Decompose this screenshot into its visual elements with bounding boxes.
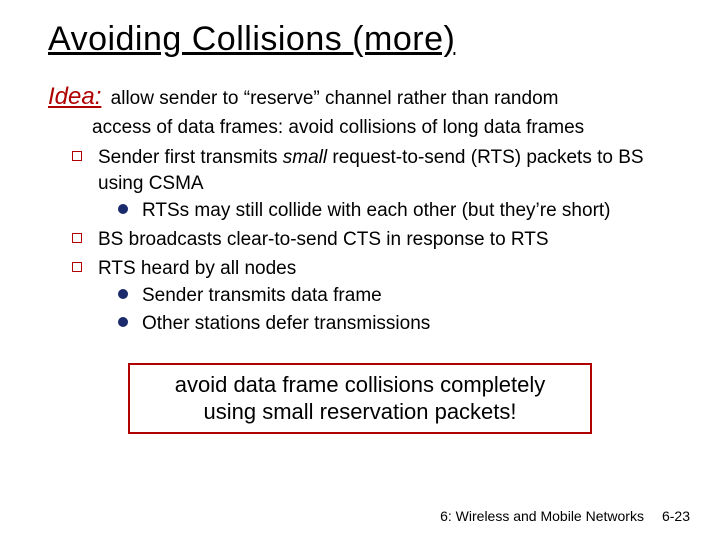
square-bullet-icon bbox=[72, 151, 82, 161]
circle-bullet-icon bbox=[118, 289, 128, 299]
callout-line-2: using small reservation packets! bbox=[140, 398, 580, 426]
footer-page: 6-23 bbox=[662, 508, 690, 524]
bullet-list: Sender first transmits small request-to-… bbox=[72, 145, 672, 336]
bullet-1: Sender first transmits small request-to-… bbox=[72, 145, 672, 224]
bullet-3-sub-1-text: Sender transmits data frame bbox=[142, 285, 382, 306]
slide: Avoiding Collisions (more) Idea: allow s… bbox=[0, 0, 720, 540]
bullet-3-sub-1: Sender transmits data frame bbox=[118, 283, 672, 309]
bullet-1-em: small bbox=[283, 147, 327, 168]
slide-title: Avoiding Collisions (more) bbox=[48, 20, 672, 59]
bullet-2-text: BS broadcasts clear-to-send CTS in respo… bbox=[98, 229, 549, 250]
idea-line-1: Idea: allow sender to “reserve” channel … bbox=[48, 81, 672, 113]
idea-label: Idea: bbox=[48, 83, 101, 110]
footer: 6: Wireless and Mobile Networks 6-23 bbox=[440, 508, 690, 524]
bullet-3-sublist: Sender transmits data frame Other statio… bbox=[118, 283, 672, 336]
bullet-1-sub-1: RTSs may still collide with each other (… bbox=[118, 198, 672, 224]
bullet-1-sub-1-text: RTSs may still collide with each other (… bbox=[142, 200, 611, 221]
circle-bullet-icon bbox=[118, 204, 128, 214]
bullet-1-pre: Sender first transmits bbox=[98, 147, 283, 168]
square-bullet-icon bbox=[72, 262, 82, 272]
idea-line-2: access of data frames: avoid collisions … bbox=[92, 115, 672, 141]
bullet-3-text: RTS heard by all nodes bbox=[98, 258, 296, 279]
idea-text-1: allow sender to “reserve” channel rather… bbox=[111, 88, 559, 109]
callout-box: avoid data frame collisions completely u… bbox=[128, 363, 592, 434]
bullet-1-sublist: RTSs may still collide with each other (… bbox=[118, 198, 672, 224]
bullet-3: RTS heard by all nodes Sender transmits … bbox=[72, 256, 672, 337]
bullet-3-sub-2-text: Other stations defer transmissions bbox=[142, 313, 430, 334]
circle-bullet-icon bbox=[118, 317, 128, 327]
bullet-2: BS broadcasts clear-to-send CTS in respo… bbox=[72, 227, 672, 253]
callout-line-1: avoid data frame collisions completely bbox=[140, 371, 580, 399]
footer-chapter: 6: Wireless and Mobile Networks bbox=[440, 508, 644, 524]
square-bullet-icon bbox=[72, 233, 82, 243]
bullet-3-sub-2: Other stations defer transmissions bbox=[118, 311, 672, 337]
